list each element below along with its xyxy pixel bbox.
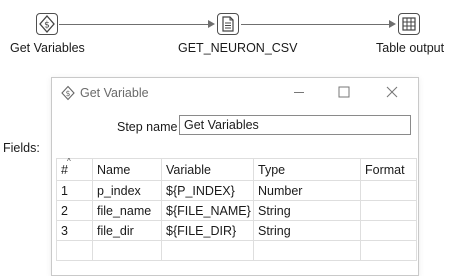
hop-arrow-2 (389, 20, 396, 28)
format-cell[interactable] (360, 200, 417, 221)
type-cell[interactable]: Number (253, 180, 361, 201)
variable-cell[interactable]: ${P_INDEX} (161, 180, 254, 201)
column-header-index[interactable]: # (56, 158, 93, 181)
table-row[interactable] (56, 240, 417, 261)
fields-label: Fields: (3, 141, 40, 155)
step-get-variables[interactable]: $ (36, 13, 58, 35)
column-header-name[interactable]: Name (92, 158, 162, 181)
type-cell[interactable]: String (253, 200, 361, 221)
close-icon[interactable] (384, 84, 400, 100)
get-variable-dialog: $ Get Variable Step name Fields: (3, 77, 419, 276)
minimize-icon[interactable] (291, 84, 307, 100)
svg-text:$: $ (66, 89, 71, 98)
variable-cell[interactable]: ${FILE_NAME} (161, 200, 254, 221)
name-cell[interactable]: file_name (92, 200, 162, 221)
type-cell[interactable] (253, 240, 361, 261)
variable-cell[interactable] (161, 240, 254, 261)
row-index-cell: 3 (56, 220, 93, 241)
step-get-neuron-csv[interactable] (217, 13, 239, 35)
column-header-format[interactable]: Format (360, 158, 417, 181)
table-row[interactable]: 1 p_index ${P_INDEX} Number (56, 180, 417, 201)
maximize-icon[interactable] (336, 84, 352, 100)
table-row[interactable]: 2 file_name ${FILE_NAME} String (56, 200, 417, 221)
variable-cell[interactable]: ${FILE_DIR} (161, 220, 254, 241)
table-output-icon (402, 17, 416, 31)
name-cell[interactable]: file_dir (92, 220, 162, 241)
column-header-variable[interactable]: Variable (161, 158, 254, 181)
table-header-row: # Name Variable Type Format (56, 158, 417, 181)
name-cell[interactable]: p_index (92, 180, 162, 201)
csv-file-input-icon (222, 16, 234, 32)
step-label-get-variables: Get Variables (10, 41, 85, 55)
format-cell[interactable] (360, 240, 417, 261)
row-index-cell: 2 (56, 200, 93, 221)
name-cell[interactable] (92, 240, 162, 261)
column-header-type[interactable]: Type (253, 158, 361, 181)
step-label-table-output: Table output (376, 41, 445, 55)
dialog-title: Get Variable (80, 86, 149, 100)
row-index-cell (56, 240, 93, 261)
sort-indicator-icon: ^ (67, 157, 71, 166)
fields-table: # Name Variable Type Format 1 p_index ${… (56, 158, 417, 261)
step-table-output[interactable] (398, 13, 420, 35)
dialog-titlebar[interactable]: $ Get Variable (52, 78, 418, 108)
table-row[interactable]: 3 file_dir ${FILE_DIR} String (56, 220, 417, 241)
format-cell[interactable] (360, 180, 417, 201)
get-variables-icon: $ (39, 15, 55, 33)
step-label-get-neuron-csv: GET_NEURON_CSV (178, 41, 298, 55)
format-cell[interactable] (360, 220, 417, 241)
type-cell[interactable]: String (253, 220, 361, 241)
get-variables-icon: $ (60, 85, 76, 106)
svg-text:$: $ (44, 21, 50, 31)
step-name-label: Step name (117, 120, 178, 134)
step-name-input[interactable] (179, 115, 411, 135)
hop-line-1[interactable] (59, 24, 210, 25)
hop-line-2[interactable] (241, 24, 391, 25)
hop-arrow-1 (208, 20, 215, 28)
row-index-cell: 1 (56, 180, 93, 201)
